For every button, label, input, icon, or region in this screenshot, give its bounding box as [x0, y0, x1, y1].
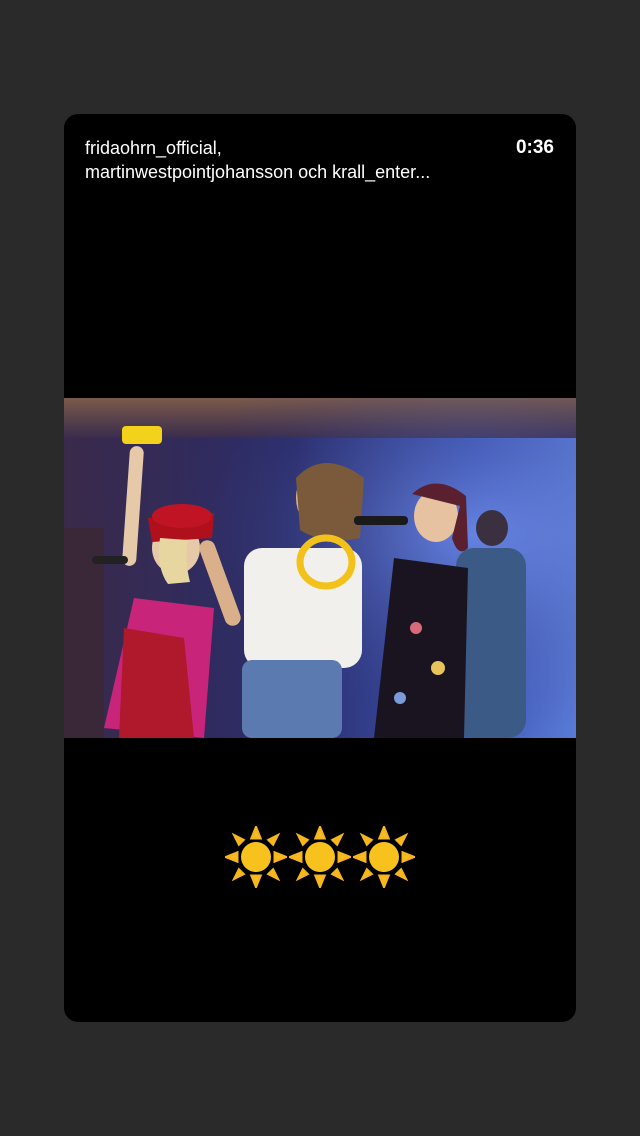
author-line-1[interactable]: fridaohrn_official,	[85, 136, 505, 160]
sun-icon	[225, 826, 287, 888]
author-line-2[interactable]: martinwestpointjohansson och krall_enter…	[85, 160, 505, 184]
concert-photo	[64, 398, 576, 738]
sun-icon	[353, 826, 415, 888]
concert-photo-image	[64, 398, 576, 738]
story-header: fridaohrn_official, martinwestpointjohan…	[85, 136, 554, 184]
sun-icon	[289, 826, 351, 888]
story-timestamp: 0:36	[515, 137, 554, 158]
caption-emoji-row	[64, 826, 576, 890]
story-author-names[interactable]: fridaohrn_official, martinwestpointjohan…	[85, 136, 505, 184]
story-card[interactable]: fridaohrn_official, martinwestpointjohan…	[64, 114, 576, 1022]
